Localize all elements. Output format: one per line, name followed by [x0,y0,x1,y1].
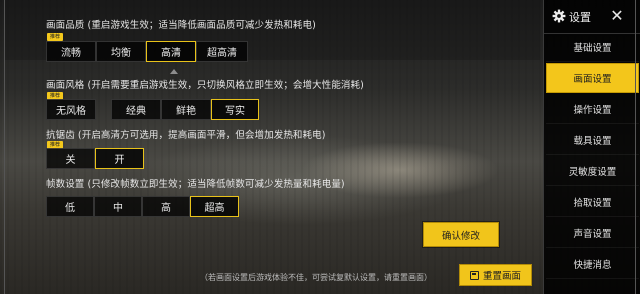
fps-option-high[interactable]: 高 [142,196,190,217]
sidebar-item-controls[interactable]: 操作设置 [546,94,639,124]
fps-option-ultra[interactable]: 超高 [190,196,239,217]
sidebar-item-basic[interactable]: 基础设置 [546,32,639,62]
graphics-quality-title: 画面品质 (重启游戏生效；适当降低画面品质可减少发热和耗电) [46,20,316,31]
graphics-quality-options: 流畅 均衡 高清 超高清 [46,41,248,62]
reset-graphics-button[interactable]: 重置画面 [459,264,532,286]
sidebar-item-audio[interactable]: 声音设置 [546,218,639,248]
quality-option-ultra-hd[interactable]: 超高清 [196,41,248,62]
aa-option-off[interactable]: 关 [46,148,95,169]
quality-option-smooth[interactable]: 流畅 [46,41,96,62]
quality-option-balanced[interactable]: 均衡 [96,41,146,62]
sidebar-item-vehicle[interactable]: 载具设置 [546,125,639,155]
recommended-badge: 推荐 [47,33,64,41]
style-option-vivid[interactable]: 鲜艳 [161,99,211,120]
frame-rate-options: 低 中 高 超高 [46,196,239,217]
style-option-realistic[interactable]: 写实 [211,99,259,120]
fps-option-medium[interactable]: 中 [94,196,142,217]
sidebar-header: 设置 ✕ [544,0,640,34]
quality-option-hd[interactable]: 高清 [146,41,196,62]
scroll-up-marker [170,69,178,74]
sidebar-item-pickup[interactable]: 拾取设置 [546,187,639,217]
game-settings-screen: 画面品质 (重启游戏生效；适当降低画面品质可减少发热和耗电) 推荐 流畅 均衡 … [0,0,640,294]
style-option-classic[interactable]: 经典 [111,99,161,120]
reset-hint-text: （若画面设置后游戏体验不佳，可尝试复默认设置，请重置画面） [200,273,432,282]
close-icon[interactable]: ✕ [607,6,627,26]
confirm-changes-button[interactable]: 确认修改 [423,222,499,247]
fps-option-low[interactable]: 低 [46,196,94,217]
anti-aliasing-title: 抗锯齿 (开启高清方可选用，提高画面平滑，但会增加发热和耗电) [46,130,326,141]
aa-option-on[interactable]: 开 [95,148,144,169]
anti-aliasing-options: 关 开 [46,148,144,169]
sidebar-item-quick-chat[interactable]: 快捷消息 [546,249,639,279]
settings-sidebar: 设置 ✕ 基础设置 画面设置 操作设置 载具设置 灵敏度设置 拾取设置 声音设置… [543,0,640,294]
sidebar-item-sensitivity[interactable]: 灵敏度设置 [546,156,639,186]
settings-title: 设置 [569,11,591,24]
frame-rate-title: 帧数设置 (只修改帧数立即生效；适当降低帧数可减少发热量和耗电量) [46,179,345,190]
reset-graphics-label: 重置画面 [482,271,521,282]
sidebar-item-graphics[interactable]: 画面设置 [546,63,639,93]
graphics-style-options: 无风格 经典 鲜艳 写实 [46,99,259,120]
graphics-style-title: 画面风格 (开启需要重启游戏生效，只切换风格立即生效；会增大性能消耗) [46,80,364,91]
style-option-none[interactable]: 无风格 [46,99,96,120]
reset-icon [469,270,479,280]
gear-icon [552,9,566,23]
